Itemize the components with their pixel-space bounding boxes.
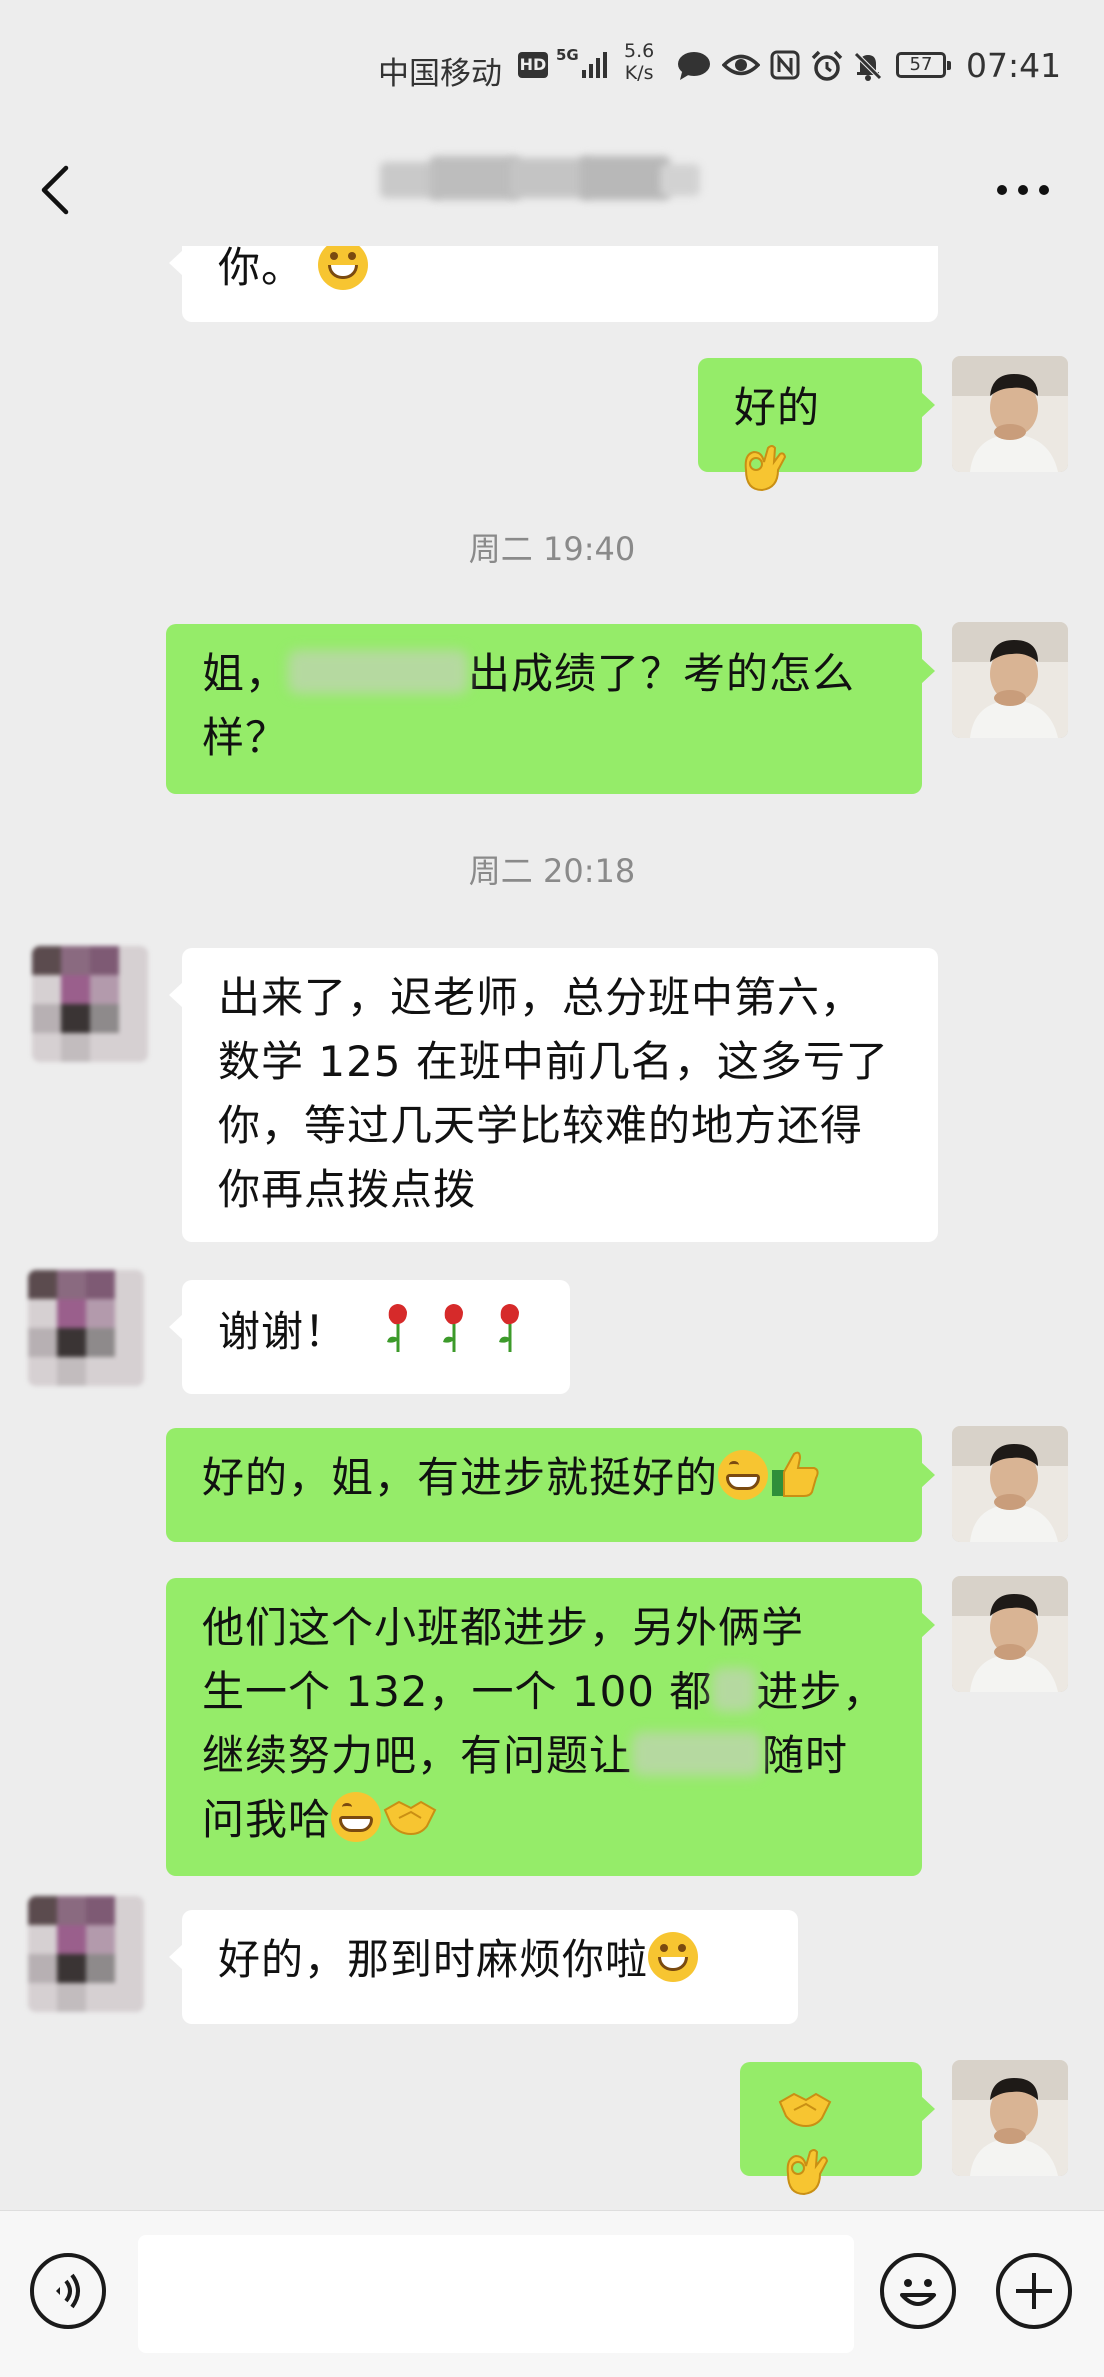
more-actions-button[interactable]	[996, 2253, 1072, 2329]
redacted-text	[632, 1732, 763, 1776]
back-arrow-icon[interactable]	[30, 148, 86, 228]
message-text: 随时	[762, 1731, 849, 1780]
my-avatar[interactable]	[952, 2060, 1068, 2176]
person-photo-icon	[952, 356, 1068, 472]
message-bubble-incoming[interactable]: 好的，那到时麻烦你啦	[169, 1910, 798, 2024]
message-bubble-outgoing[interactable]: 好的，姐，有进步就挺好的	[166, 1428, 935, 1542]
person-photo-icon	[952, 2060, 1068, 2176]
battery-icon: 57	[896, 52, 951, 78]
my-avatar[interactable]	[952, 622, 1068, 738]
clock: 07:41	[966, 46, 1062, 85]
smile-emoji	[648, 1932, 699, 1982]
network-speed: 5.6 K/s	[624, 40, 654, 84]
my-avatar[interactable]	[952, 1576, 1068, 1692]
chat-header	[0, 130, 1104, 246]
message-text: 姐，	[202, 649, 289, 698]
ok-hand-emoji	[786, 2149, 829, 2196]
pixelated-photo	[28, 1896, 144, 2012]
message-text: 问我哈	[202, 1795, 332, 1844]
handshake-emoji	[383, 1800, 437, 1836]
person-photo-icon	[952, 1576, 1068, 1692]
ok-hand-emoji	[744, 445, 787, 492]
speed-unit: K/s	[624, 62, 654, 84]
message-input[interactable]	[138, 2235, 854, 2353]
signal-icon	[582, 52, 607, 78]
thumbs-up-emoji	[772, 1451, 819, 1497]
contact-avatar-obscured[interactable]	[28, 1270, 144, 1386]
handshake-emoji	[778, 2092, 832, 2128]
message-text: 继续努力吧，有问题让	[202, 1731, 633, 1780]
message-text: 生一个 132，一个 100 都	[202, 1667, 713, 1716]
contact-avatar-obscured[interactable]	[28, 1896, 144, 2012]
speed-value: 5.6	[624, 40, 655, 62]
grin-emoji	[331, 1792, 382, 1842]
alarm-icon	[811, 50, 843, 81]
hd-badge: HD	[518, 52, 548, 78]
message-text: 出来了，迟老师，总分班中第六，数学 125 在班中前几名，这多亏了你，等过几天学…	[218, 973, 889, 1214]
message-bubble-outgoing[interactable]	[740, 2062, 935, 2196]
message-text: 好的，那到时麻烦你啦	[218, 1935, 649, 1984]
voice-icon	[56, 2273, 80, 2309]
status-bar: 中国移动 HD 5G 5.6 K/s 57 07:41	[0, 0, 1104, 130]
nfc-icon	[770, 50, 800, 80]
timestamp: 周二 19:40	[468, 530, 636, 568]
message-bubble-incoming[interactable]: 出来了，迟老师，总分班中第六，数学 125 在班中前几名，这多亏了你，等过几天学…	[169, 948, 938, 1242]
message-bubble-outgoing[interactable]: 姐， 出成绩了？考的怎么样？	[166, 624, 935, 794]
message-bubble-incoming[interactable]: 你。	[169, 246, 938, 322]
network-type: 5G	[556, 46, 579, 64]
message-text: 谢谢！	[218, 1307, 348, 1356]
my-avatar[interactable]	[952, 1426, 1068, 1542]
message-text: 好的，姐，有进步就挺好的	[202, 1453, 719, 1502]
grin-emoji	[718, 1450, 769, 1500]
message-line: 问我哈	[202, 1788, 886, 1852]
plus-icon	[1016, 2273, 1052, 2309]
person-photo-icon	[952, 622, 1068, 738]
message-line: 他们这个小班都进步，另外俩学	[202, 1596, 886, 1660]
message-list[interactable]: 你。 好的 周二 19:40 姐， 出成绩了？考的怎么样？ 周二 20:18 出…	[0, 246, 1104, 2210]
redacted-text	[288, 650, 469, 694]
rose-emoji	[387, 1304, 520, 1352]
carrier-label: 中国移动	[378, 56, 502, 92]
message-text: 进步，	[756, 1667, 886, 1716]
person-photo-icon	[952, 1426, 1068, 1542]
mute-bell-icon	[854, 52, 882, 81]
message-text: 好的	[734, 383, 821, 432]
message-bubble-incoming[interactable]: 谢谢！	[169, 1280, 570, 1394]
input-bar	[0, 2210, 1104, 2377]
message-bubble-outgoing[interactable]: 好的	[698, 358, 935, 492]
pixelated-photo	[28, 1270, 144, 1386]
more-options-icon[interactable]	[988, 170, 1058, 210]
message-text: 你。	[218, 246, 305, 292]
my-avatar[interactable]	[952, 356, 1068, 472]
emoji-button[interactable]	[880, 2253, 956, 2329]
pixelated-photo	[32, 946, 148, 1062]
message-icon	[678, 52, 710, 80]
message-bubble-outgoing[interactable]: 他们这个小班都进步，另外俩学 生一个 132，一个 100 都进步， 继续努力吧…	[166, 1578, 935, 1876]
message-text: 他们这个小班都进步，另外俩学	[202, 1603, 805, 1652]
message-line: 生一个 132，一个 100 都进步，	[202, 1660, 886, 1724]
timestamp: 周二 20:18	[468, 852, 636, 890]
smile-emoji	[318, 246, 369, 290]
voice-input-button[interactable]	[30, 2253, 106, 2329]
redacted-text	[712, 1668, 757, 1712]
contact-avatar-obscured[interactable]	[32, 946, 148, 1062]
contact-name-obscured	[380, 150, 710, 206]
eye-icon	[722, 54, 760, 76]
smiley-icon	[900, 2279, 936, 2306]
message-line: 继续努力吧，有问题让 随时	[202, 1724, 886, 1788]
